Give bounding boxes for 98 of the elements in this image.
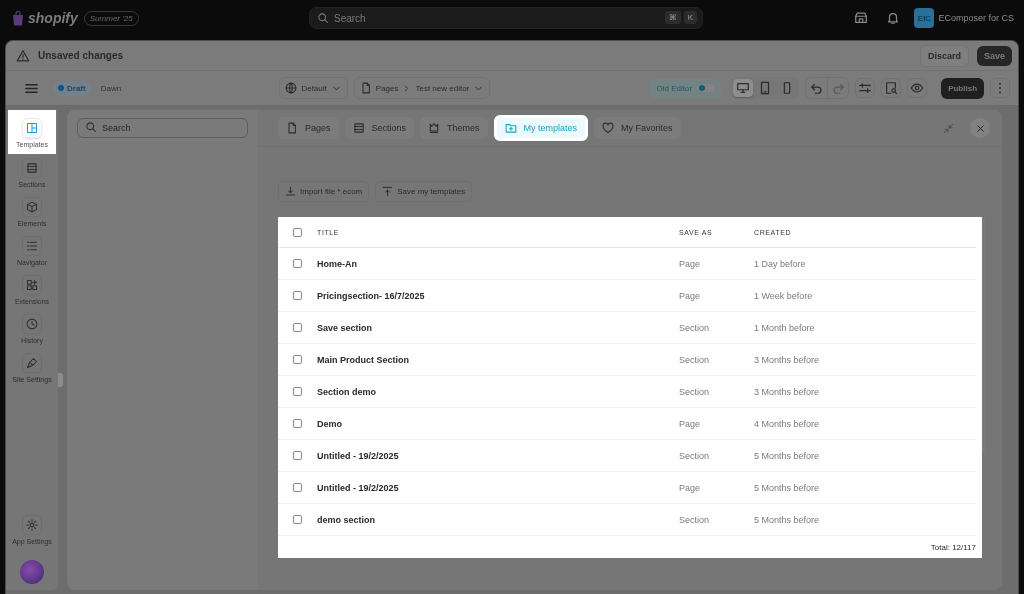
table-cell-text: 5 Months before [754, 450, 821, 461]
store-name[interactable]: EComposer for CS [938, 13, 1014, 23]
user-avatar[interactable] [20, 560, 44, 584]
checkbox[interactable] [293, 419, 302, 428]
store-icon[interactable] [854, 11, 869, 25]
table-cell-text: Section [679, 322, 711, 333]
publish-button[interactable]: Publish [941, 77, 984, 99]
close-button[interactable] [970, 118, 990, 138]
desktop-view-button[interactable] [733, 79, 754, 97]
table-cell-text: Main Product Section [317, 354, 410, 365]
checkbox[interactable] [293, 483, 302, 492]
search-icon [317, 12, 329, 24]
folder-icon [504, 122, 517, 134]
checkbox[interactable] [293, 451, 302, 460]
heart-icon [602, 122, 615, 134]
checkbox[interactable] [293, 515, 302, 524]
table-cell-text: Section demo [317, 386, 377, 397]
table-cell-text: 3 Months before [754, 354, 821, 365]
checkbox[interactable] [293, 291, 302, 300]
eye-icon [910, 81, 925, 95]
table-cell-text: 1 Day before [754, 258, 807, 269]
table-cell-text: Save section [317, 322, 374, 333]
layout-icon [26, 122, 38, 134]
preview-button[interactable] [907, 78, 928, 98]
close-icon [974, 122, 986, 134]
apps-icon [26, 279, 38, 291]
import-button[interactable]: Import file *.ecom [278, 181, 370, 202]
search-icon [85, 121, 97, 133]
status-badge: Draft [53, 80, 91, 96]
table-cell-text: Pricingsection- 16/7/2025 [317, 290, 426, 301]
search-field[interactable]: Search [77, 118, 248, 138]
unsaved-message: Unsaved changes [38, 50, 124, 61]
settings-icon [26, 519, 38, 531]
table-cell-text: Section [679, 514, 711, 525]
tab[interactable]: Sections [344, 117, 415, 139]
table-cell-text: 5 Months before [754, 482, 821, 493]
globe-icon [285, 82, 298, 94]
adjust-button[interactable] [855, 78, 876, 98]
checkbox[interactable] [293, 227, 302, 237]
sliders-icon [858, 81, 873, 95]
brand-logo[interactable]: shopify [28, 10, 78, 26]
rows-icon [352, 122, 365, 134]
warning-icon [16, 48, 30, 63]
table-cell-text: Home-An [317, 258, 358, 269]
table-cell-text: Section [679, 450, 711, 461]
clock-icon [26, 318, 38, 330]
table-cell-text: demo section [317, 514, 376, 525]
store-avatar[interactable]: EfC [914, 8, 935, 28]
tab[interactable]: My Favorites [594, 117, 681, 139]
table-cell-text: 4 Months before [754, 418, 821, 429]
crown-icon [428, 122, 441, 134]
checkbox[interactable] [293, 355, 302, 364]
discard-button[interactable]: Discard [919, 44, 969, 67]
table-cell-text: Page [679, 482, 702, 493]
page-icon [359, 82, 372, 94]
save-button[interactable]: Save [976, 45, 1012, 66]
save-templates-button[interactable]: Save my templates [375, 181, 473, 202]
brush-icon [26, 357, 38, 369]
table-cell-text: 3 Months before [754, 386, 821, 397]
total-count: Total: 12/117 [930, 542, 976, 552]
minimize-icon[interactable] [943, 122, 954, 134]
table-cell-text: 1 Week before [754, 290, 814, 301]
bag-icon [12, 10, 24, 26]
list-icon [26, 240, 38, 252]
tab[interactable]: My templates [493, 115, 589, 141]
locale-select[interactable]: Default [279, 77, 348, 99]
page-icon [286, 122, 298, 134]
desktop-icon [736, 81, 751, 95]
tab[interactable]: Pages [278, 117, 339, 139]
table-cell-text: 1 Month before [754, 322, 816, 333]
table-cell-text: Page [679, 418, 702, 429]
inspect-button[interactable] [881, 78, 902, 98]
theme-name: Dawn [100, 83, 122, 93]
table-cell-text: Demo [317, 418, 343, 429]
upload-icon [382, 186, 394, 197]
checkbox[interactable] [293, 387, 302, 396]
table-cell-text: Section [679, 386, 711, 397]
rows-icon [26, 162, 38, 174]
checkbox[interactable] [293, 259, 302, 268]
cube-icon [26, 201, 38, 213]
table-cell-text: 5 Months before [754, 514, 821, 525]
scrollbar[interactable] [982, 217, 985, 452]
table-cell-text: Untitled - 19/2/2025 [317, 450, 400, 461]
redo-icon [831, 81, 846, 95]
checkbox[interactable] [293, 323, 302, 332]
table-cell-text: Section [679, 354, 711, 365]
old-editor-toggle[interactable]: Old Editor [648, 78, 722, 98]
table-cell-text: Untitled - 19/2/2025 [317, 482, 400, 493]
page-select[interactable]: Pages Test new editor [353, 77, 491, 99]
collapse-handle[interactable] [58, 373, 63, 387]
download-icon [285, 186, 296, 197]
undo-icon [809, 81, 824, 95]
table-cell-text: Page [679, 290, 702, 301]
notification-icon[interactable] [886, 11, 901, 25]
table-cell-text: Page [679, 258, 702, 269]
inspect-icon [884, 81, 899, 95]
tab[interactable]: Themes [420, 117, 488, 139]
more-button[interactable] [990, 78, 1010, 98]
